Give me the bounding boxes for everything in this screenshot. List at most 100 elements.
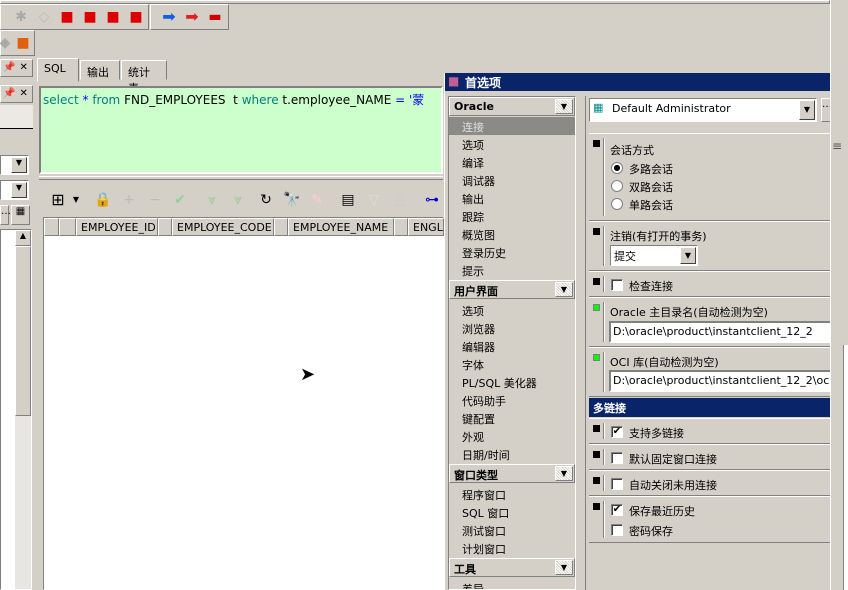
arrow-blue-icon[interactable]: ➡	[161, 9, 177, 25]
nav-group-window-types[interactable]: 窗口类型 ▼	[449, 464, 575, 483]
fetch-all-icon[interactable]: ⩔	[230, 192, 246, 208]
radio-multi[interactable]: ●	[611, 162, 623, 174]
nav-item[interactable]: 外观	[449, 427, 575, 445]
nav-item[interactable]: 编辑器	[449, 337, 575, 355]
eraser-icon[interactable]: ✎	[309, 192, 325, 208]
nav-item[interactable]: 日期/时间	[449, 445, 575, 463]
nav-item[interactable]: 键配置	[449, 409, 575, 427]
radio-single[interactable]	[611, 198, 623, 210]
left-combo-2[interactable]: ▼	[0, 180, 29, 200]
db-export-icon[interactable]: ■	[105, 9, 121, 25]
tab-output[interactable]: 输出	[80, 60, 120, 80]
nav-item[interactable]: 浏览器	[449, 319, 575, 337]
left-combo-1[interactable]: ▼	[0, 155, 29, 175]
profile-select[interactable]: ▦ Default Administrator ▼	[589, 98, 817, 122]
chevron-down-icon[interactable]: ▼	[555, 466, 573, 481]
sql-editor[interactable]: select * from FND_EMPLOYEES t where t.em…	[39, 86, 443, 174]
add-row-icon[interactable]: +	[121, 192, 137, 208]
nav-item[interactable]: 概览图	[449, 225, 575, 243]
fixed-window-checkbox[interactable]	[611, 452, 623, 464]
scroll-thumb[interactable]	[15, 246, 31, 416]
nav-item[interactable]: 测试窗口	[449, 521, 575, 539]
grid-col-header[interactable]: EMPLOYEE_CODE	[172, 218, 274, 236]
tree-icon[interactable]: ⊶	[424, 192, 440, 208]
nav-group-oracle[interactable]: Oracle ▼	[449, 97, 575, 116]
result-grid[interactable]	[43, 217, 444, 590]
triangle-down-icon[interactable]: ▽	[366, 192, 382, 208]
nav-item[interactable]: SQL 窗口	[449, 503, 575, 521]
diamond-icon[interactable]: ◆	[0, 35, 13, 51]
close-icon[interactable]: ✕	[19, 62, 27, 73]
chevron-down-icon[interactable]: ▼	[799, 100, 815, 120]
nav-item[interactable]: 输出	[449, 189, 575, 207]
logoff-select[interactable]: 提交 ▼	[610, 245, 698, 266]
tab-stats[interactable]: 统计表	[121, 60, 167, 95]
compile-icon[interactable]: ✱	[13, 9, 29, 25]
save-history-checkbox[interactable]: ✔	[611, 504, 623, 516]
chevron-down-icon[interactable]: ▼	[11, 182, 27, 198]
nav-group-tools[interactable]: 工具 ▼	[449, 558, 575, 577]
chevron-down-icon[interactable]: ▼	[555, 99, 573, 114]
binoculars-icon[interactable]: 🔭	[283, 192, 300, 208]
tab-sql[interactable]: SQL	[37, 58, 79, 82]
refresh-icon[interactable]: ↻	[258, 192, 274, 208]
arrow-red-icon[interactable]: ➡	[184, 9, 200, 25]
nav-item[interactable]: 跟踪	[449, 207, 575, 225]
nav-item[interactable]: PL/SQL 美化器	[449, 373, 575, 391]
grid-col-header[interactable]: EMPLOYEE_NAME	[288, 218, 394, 236]
fetch-next-icon[interactable]: ⩔	[204, 192, 220, 208]
chevron-down-icon[interactable]: ▼	[68, 192, 84, 208]
chevron-down-icon[interactable]: ▼	[555, 560, 573, 575]
nav-item[interactable]: 选项	[449, 135, 575, 153]
pin-icon[interactable]: 📌	[3, 88, 15, 99]
menu-grip-icon[interactable]: ≡	[832, 139, 842, 153]
triangle-up-icon[interactable]: △	[392, 192, 408, 208]
scroll-up-icon[interactable]: ▲	[15, 230, 31, 246]
scrollbar[interactable]: ▲	[15, 230, 31, 589]
db-icon[interactable]: ■	[59, 9, 75, 25]
nav-group-ui[interactable]: 用户界面 ▼	[449, 280, 575, 299]
chevron-down-icon[interactable]: ▼	[555, 282, 573, 297]
multi-support-checkbox[interactable]: ✔	[611, 426, 623, 438]
toolbox-icon[interactable]: ▬	[207, 9, 223, 25]
post-icon[interactable]: ✔	[172, 192, 188, 208]
db-tool-icon[interactable]: ■	[128, 9, 144, 25]
grid-col-header[interactable]: ENGL	[408, 218, 444, 236]
grid-col-header[interactable]: EMPLOYEE_ID	[76, 218, 158, 236]
nav-item[interactable]: 差异	[449, 579, 575, 589]
nav-item[interactable]: 调试器	[449, 171, 575, 189]
dialog-title-bar[interactable]: ■ 首选项	[445, 73, 831, 91]
save-password-checkbox[interactable]	[611, 524, 623, 536]
lock-icon[interactable]: 🔒	[94, 192, 111, 208]
chevron-down-icon[interactable]: ▼	[680, 247, 696, 264]
checkbox-label: 自动关闭未用连接	[629, 479, 717, 492]
nav-item[interactable]: 提示	[449, 261, 575, 279]
nav-item[interactable]: 计划窗口	[449, 539, 575, 557]
radio-dual[interactable]	[611, 180, 623, 192]
nav-item[interactable]: 代码助手	[449, 391, 575, 409]
grid-icon[interactable]: ⊞	[50, 192, 66, 208]
splitter[interactable]	[39, 176, 443, 180]
nav-item[interactable]: 登录历史	[449, 243, 575, 261]
nav-item[interactable]: 编译	[449, 153, 575, 171]
db-folder-icon[interactable]: ■	[82, 9, 98, 25]
auto-close-checkbox[interactable]	[611, 478, 623, 490]
nav-item[interactable]: 选项	[449, 301, 575, 319]
panel-pin-row-1: 📌 ✕	[0, 59, 33, 77]
export-icon[interactable]: ▤	[340, 192, 356, 208]
disabled-icon[interactable]: ◇	[36, 9, 52, 25]
left-list[interactable]: ▲	[0, 229, 32, 590]
close-icon[interactable]: ✕	[19, 88, 27, 99]
chevron-down-icon[interactable]: ▼	[11, 157, 27, 173]
open-folder-icon[interactable]: ■	[15, 35, 31, 51]
left-doc-button[interactable]: ▦	[11, 205, 30, 225]
oci-input[interactable]: D:\oracle\product\instantclient_12_2\oci…	[609, 370, 839, 392]
nav-item[interactable]: 程序窗口	[449, 485, 575, 503]
check-connection-checkbox[interactable]	[611, 279, 623, 291]
pin-icon[interactable]: 📌	[3, 62, 15, 73]
nav-item[interactable]: 连接	[449, 117, 575, 135]
oracle-home-input[interactable]: D:\oracle\product\instantclient_12_2	[609, 321, 839, 343]
left-more-button[interactable]: …	[0, 205, 11, 225]
delete-row-icon[interactable]: −	[147, 192, 163, 208]
nav-item[interactable]: 字体	[449, 355, 575, 373]
